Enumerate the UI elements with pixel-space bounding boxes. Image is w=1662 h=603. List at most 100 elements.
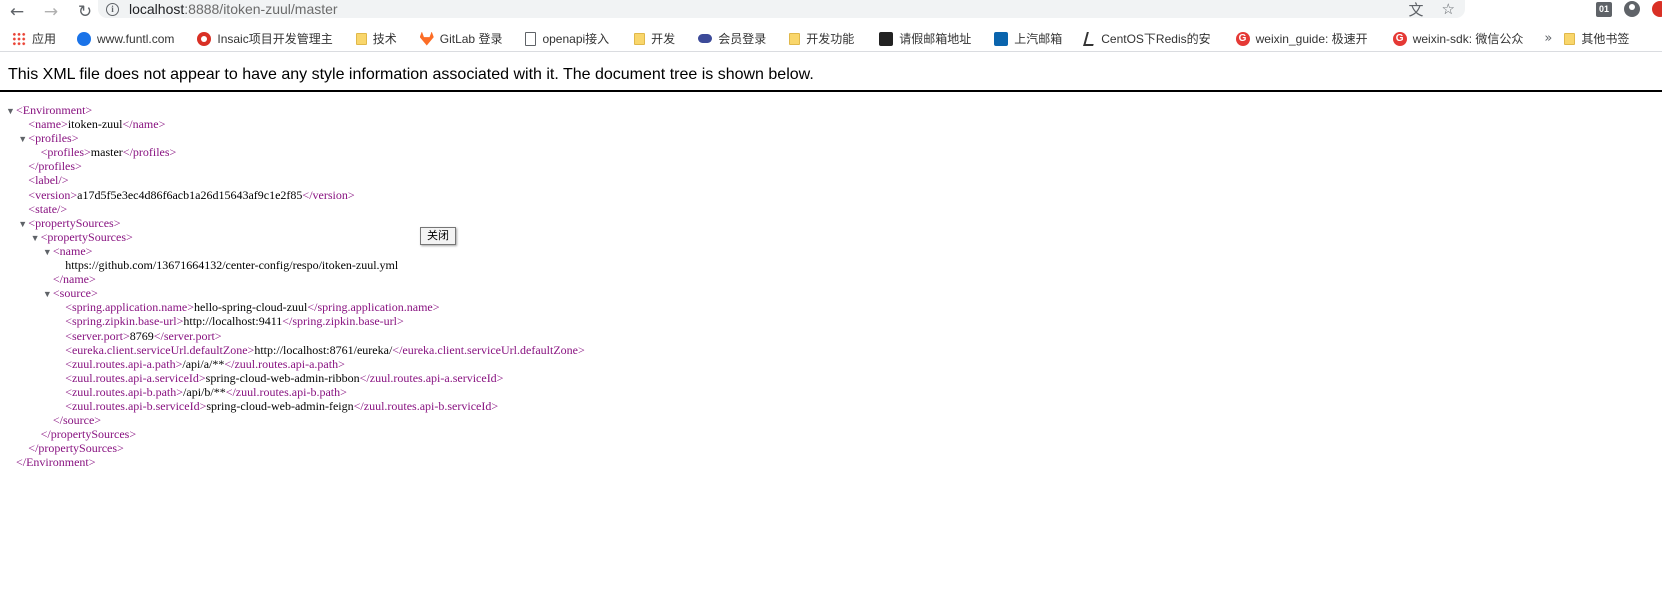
wechat-icon [879, 31, 894, 46]
bookmarks-overflow-chevron-icon[interactable]: » [1544, 31, 1552, 46]
reload-icon[interactable]: ↻ [72, 0, 98, 23]
bookmark-item[interactable]: 上汽邮箱 [994, 27, 1069, 51]
xml-tag: </spring.zipkin.base-url> [282, 314, 404, 329]
xml-tree-line: https://github.com/13671664132/center-co… [6, 258, 585, 272]
bookmark-item[interactable]: weixin_guide: 极速开 [1235, 27, 1375, 51]
bookmark-item[interactable]: 技术 [355, 27, 404, 51]
bookmark-label: 上汽邮箱 [1014, 32, 1063, 46]
extension-icon[interactable]: 01 [1596, 1, 1612, 17]
xml-tag: </zuul.routes.api-b.serviceId> [353, 398, 499, 413]
xml-tag: <profiles> [28, 131, 79, 146]
xml-text-value: /api/a/** [182, 356, 225, 371]
collapse-triangle-icon[interactable]: ▼ [43, 287, 53, 301]
bookmark-label: 会员登录 [718, 32, 767, 46]
weixin-icon [1235, 31, 1250, 46]
xml-tree-line: <spring.zipkin.base-url>http://localhost… [6, 314, 585, 328]
xml-tag: </Environment> [16, 455, 96, 470]
bookmark-item[interactable]: 请假邮箱地址 [879, 27, 978, 51]
xml-tree-line: <profiles>master</profiles> [6, 145, 585, 159]
xml-tree-line: ▼<propertySources> [6, 216, 585, 230]
xml-tag: <propertySources> [28, 215, 121, 230]
bookmark-label: 技术 [372, 32, 397, 46]
redis-icon [1083, 31, 1098, 46]
bookmark-label: weixin_guide: 极速开 [1255, 32, 1368, 46]
xml-tree-line: <zuul.routes.api-b.serviceId>spring-clou… [6, 399, 585, 413]
xml-tree-line: <version>a17d5f5e3ec4d86f6acb1a26d15643a… [6, 188, 585, 202]
bookmark-item[interactable]: weixin-sdk: 微信公众 [1392, 27, 1531, 51]
xml-text-value: a17d5f5e3ec4d86f6acb1a26d15643af9c1e2f85 [77, 187, 303, 202]
xml-text-value: itoken-zuul [67, 117, 123, 132]
site-info-icon[interactable]: i [106, 2, 119, 16]
bookmark-label: 请假邮箱地址 [899, 32, 972, 46]
xml-text-value: spring-cloud-web-admin-ribbon [205, 370, 360, 385]
url-text[interactable]: localhost:8888/itoken-zuul/master [129, 1, 338, 17]
document-icon [525, 31, 537, 46]
xml-tag: </source> [52, 413, 102, 428]
collapse-triangle-icon[interactable]: ▼ [18, 132, 28, 146]
bookmark-star-icon[interactable]: ☆ [1442, 0, 1455, 18]
xml-tag: </profiles> [28, 159, 82, 174]
xml-tag: </zuul.routes.api-a.serviceId> [359, 370, 504, 385]
bookmark-item[interactable]: 会员登录 [698, 27, 773, 51]
apps-grid-icon [12, 31, 26, 46]
close-tooltip[interactable]: 关闭 [420, 227, 456, 245]
xml-tree-line: ▼<propertySources> [6, 230, 585, 244]
xml-tag: <state/> [28, 201, 68, 216]
xml-tag: <version> [28, 187, 78, 202]
xml-tag: <server.port> [65, 328, 130, 343]
xml-tree-line: <zuul.routes.api-b.path>/api/b/**</zuul.… [6, 385, 585, 399]
xml-tree-line: ▼<name> [6, 244, 585, 258]
xml-text-value: 8769 [129, 328, 154, 343]
xml-tag: <profiles> [40, 145, 91, 160]
xml-tree-line: <zuul.routes.api-a.serviceId>spring-clou… [6, 371, 585, 385]
bookmark-label: weixin-sdk: 微信公众 [1412, 32, 1524, 46]
folder-icon [789, 32, 801, 45]
bookmark-item[interactable]: 应用 [12, 27, 63, 51]
xml-tree-line: <label/> [6, 173, 585, 187]
bookmark-item[interactable]: www.funtl.com [77, 27, 181, 51]
bookmark-item[interactable]: GitLab 登录 [419, 27, 510, 51]
xml-tree-line: </profiles> [6, 159, 585, 173]
bookmark-item[interactable]: CentOS下Redis的安 [1083, 27, 1217, 51]
xml-document-tree: ▼<Environment> <name>itoken-zuul</name> ▼<… [6, 103, 585, 469]
bookmark-item[interactable]: Insaic项目开发管理主 [197, 27, 339, 51]
back-arrow-icon[interactable]: ← [4, 0, 30, 23]
bookmark-item[interactable]: openapi接入 [525, 27, 616, 51]
xml-tag: <spring.application.name> [65, 300, 195, 315]
xml-tree-line: <eureka.client.serviceUrl.defaultZone>ht… [6, 343, 585, 357]
other-bookmarks-folder[interactable]: 其他书签 [1564, 27, 1636, 51]
collapse-triangle-icon[interactable]: ▼ [43, 245, 53, 259]
profile-avatar-icon[interactable] [1624, 1, 1640, 17]
address-bar[interactable]: i localhost:8888/itoken-zuul/master 文 ☆ [98, 0, 1465, 20]
bookmark-label: 应用 [32, 32, 57, 46]
xml-tag: </spring.application.name> [307, 300, 440, 315]
xml-tree-line: ▼<profiles> [6, 131, 585, 145]
xml-tree-line: ▼<source> [6, 286, 585, 300]
chrome-menu-icon[interactable] [1652, 1, 1662, 17]
collapse-triangle-icon[interactable]: ▼ [6, 104, 16, 118]
collapse-triangle-icon[interactable]: ▼ [31, 231, 41, 245]
bookmark-item[interactable]: 开发 [634, 27, 682, 51]
xml-text-value: hello-spring-cloud-zuul [194, 300, 308, 315]
xml-tree-line: <server.port>8769</server.port> [6, 329, 585, 343]
xml-tag: <zuul.routes.api-a.path> [65, 356, 183, 371]
xml-tag: <spring.zipkin.base-url> [65, 314, 184, 329]
forward-arrow-icon[interactable]: → [38, 0, 64, 23]
xml-tag: <zuul.routes.api-b.serviceId> [65, 398, 207, 413]
folder-icon [634, 32, 646, 45]
browser-toolbar: ← → ↻ i localhost:8888/itoken-zuul/maste… [0, 0, 1662, 23]
cloud-icon [698, 34, 713, 43]
globe-icon [77, 31, 92, 46]
xml-tree-line: </source> [6, 413, 585, 427]
collapse-triangle-icon[interactable]: ▼ [18, 217, 28, 231]
bookmarks-bar: 应用 www.funtl.com Insaic项目开发管理主 技术 GitLab 登录 o… [0, 26, 1662, 52]
xml-tree-line: ▼<Environment> [6, 103, 585, 117]
xml-tag: </version> [302, 187, 355, 202]
bookmark-label: GitLab 登录 [439, 32, 503, 46]
bookmark-label: 其他书签 [1581, 32, 1630, 46]
xml-tag: <label/> [28, 173, 69, 188]
bookmark-item[interactable]: 开发功能 [789, 27, 861, 51]
xml-tag: </name> [52, 272, 96, 287]
xml-tag: <propertySources> [40, 229, 133, 244]
translate-icon[interactable]: 文 [1409, 0, 1424, 20]
